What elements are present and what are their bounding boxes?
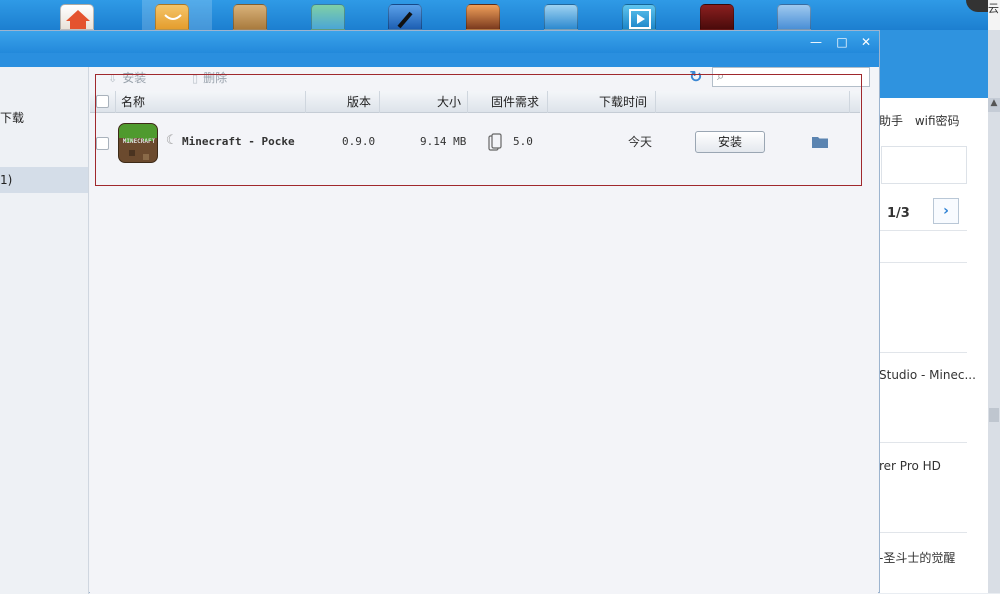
delete-action-label: 删除	[203, 71, 228, 85]
background-search-field[interactable]	[881, 146, 967, 184]
app-download-time: 今天	[628, 135, 653, 149]
sidebar-item-label: 1)	[0, 173, 13, 187]
link-assistant[interactable]: 助手	[879, 114, 903, 128]
minecraft-app-icon: MINECRAFT	[118, 123, 158, 163]
scroll-up-icon[interactable]: ▲	[988, 98, 1000, 112]
install-action-label: 安装	[122, 71, 147, 85]
column-size[interactable]: 大小	[380, 91, 468, 113]
minimize-icon[interactable]: —	[808, 34, 824, 50]
downloads-sidebar: 下载 1)	[0, 67, 89, 594]
flashlight-icon[interactable]	[544, 4, 578, 30]
tools-icon[interactable]	[777, 4, 811, 30]
list-item[interactable]: Studio - Minec...	[879, 368, 976, 382]
link-wifi-password[interactable]: wifi密码	[915, 114, 960, 128]
search-icon: ⌕	[717, 69, 725, 84]
ringtone-icon[interactable]	[388, 4, 422, 30]
download-icon: ⇩	[108, 72, 118, 85]
install-action-button[interactable]: ⇩ 安装	[108, 69, 146, 86]
downloads-window: — □ ✕ 下载 1) ⇩ 安装 ▯ 删除 ↻ ⌕ 名称 版本 大小 固件需求 …	[0, 30, 880, 594]
book-icon[interactable]	[700, 4, 734, 30]
divider	[879, 230, 967, 231]
divider	[879, 262, 967, 263]
maximize-icon[interactable]: □	[834, 34, 850, 50]
games-icon[interactable]	[311, 4, 345, 30]
close-icon[interactable]: ✕	[858, 34, 874, 50]
background-window-header	[879, 30, 989, 98]
divider	[879, 442, 967, 443]
row-checkbox[interactable]	[96, 137, 109, 150]
sidebar-item-downloads[interactable]: 下载	[0, 109, 24, 126]
divider	[879, 532, 967, 533]
actions-column	[656, 91, 850, 113]
delete-action-button[interactable]: ▯ 删除	[192, 69, 227, 86]
divider	[879, 352, 967, 353]
ebook-icon[interactable]	[233, 4, 267, 30]
install-button[interactable]: 安装	[695, 131, 765, 153]
app-size: 9.14 MB	[420, 135, 467, 148]
action-bar: ⇩ 安装 ▯ 删除 ↻ ⌕	[90, 67, 878, 91]
app-source-icon: ☾	[166, 133, 174, 148]
app-name: Minecraft - Pocke	[182, 135, 295, 148]
video-icon[interactable]	[622, 4, 656, 30]
table-row[interactable]: MINECRAFT ☾ Minecraft - Pocke 0.9.0 9.14…	[90, 113, 860, 173]
background-links: 助手 wifi密码	[879, 112, 989, 129]
checkbox-column	[90, 91, 116, 113]
search-field[interactable]: ⌕	[712, 67, 870, 87]
main-toolbar	[0, 0, 1000, 30]
scrollbar[interactable]: ▲	[988, 30, 1000, 593]
device-icon	[488, 133, 502, 151]
folder-icon[interactable]	[812, 136, 828, 148]
downloads-content: ⇩ 安装 ▯ 删除 ↻ ⌕ 名称 版本 大小 固件需求 下载时间 MINECRA…	[90, 67, 878, 594]
column-firmware[interactable]: 固件需求	[468, 91, 548, 113]
app-store-icon[interactable]	[155, 4, 189, 30]
scroll-thumb[interactable]	[989, 408, 999, 422]
refresh-icon[interactable]: ↻	[689, 67, 702, 86]
window-titlebar: — □ ✕	[0, 31, 879, 53]
trash-icon: ▯	[192, 72, 199, 85]
column-name[interactable]: 名称	[116, 91, 306, 113]
column-version[interactable]: 版本	[306, 91, 380, 113]
list-item[interactable]: -圣斗士的觉醒	[879, 549, 955, 566]
list-item[interactable]: rer Pro HD	[879, 459, 941, 473]
window-header-band	[0, 53, 879, 67]
search-input[interactable]	[733, 69, 867, 85]
side-panel-tab[interactable]: 云	[988, 0, 1000, 30]
next-page-button[interactable]: ›	[933, 198, 959, 224]
column-download-time[interactable]: 下载时间	[548, 91, 656, 113]
app-version: 0.9.0	[342, 135, 376, 148]
background-window: 助手 wifi密码 1/3 › Studio - Minec... rer Pr…	[878, 30, 989, 593]
home-icon[interactable]	[60, 4, 94, 30]
app-firmware: 5.0	[513, 135, 533, 148]
sidebar-item-selected[interactable]: 1)	[0, 167, 88, 193]
table-header: 名称 版本 大小 固件需求 下载时间	[90, 91, 860, 113]
wallpaper-icon[interactable]	[466, 4, 500, 30]
pager-label: 1/3	[887, 206, 910, 221]
